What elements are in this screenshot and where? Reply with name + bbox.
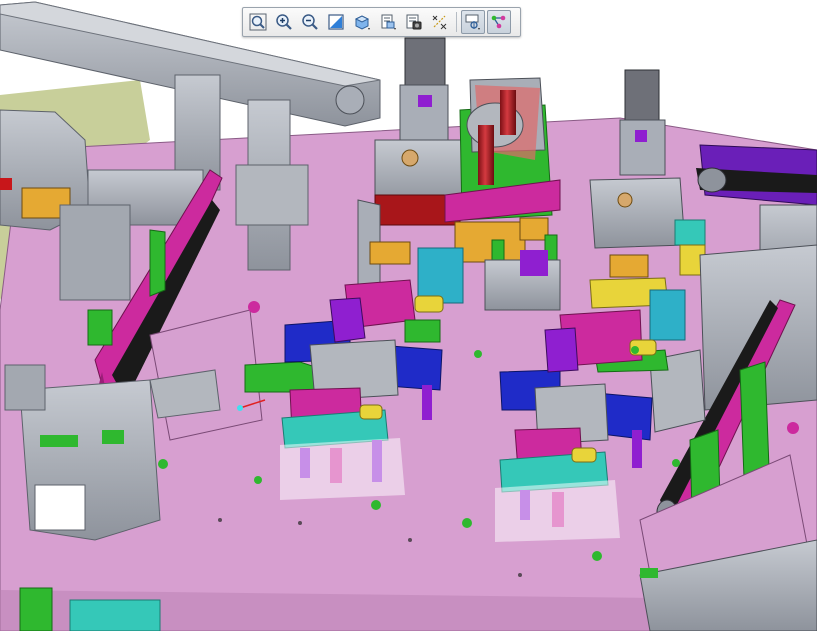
view-manager-button[interactable] [402, 10, 426, 34]
annotation-display-icon [491, 15, 506, 29]
right-station-floor-cutout[interactable] [495, 480, 620, 542]
right-top-pulley[interactable] [697, 167, 727, 193]
right-orange-jaw[interactable] [609, 254, 649, 278]
plate-marker[interactable] [408, 538, 412, 542]
right-station-blue-block[interactable] [649, 289, 686, 341]
zoom-out-button[interactable] [298, 10, 322, 34]
plate-marker[interactable] [787, 422, 799, 434]
right-station-leg[interactable] [632, 430, 642, 468]
left-lower-bracket-cutout[interactable] [34, 484, 86, 531]
press-servo-motor[interactable] [404, 37, 446, 89]
plate-marker[interactable] [254, 476, 262, 484]
repaint-icon [328, 14, 344, 30]
press-orange-jaw[interactable] [369, 241, 411, 265]
plate-marker[interactable] [518, 573, 522, 577]
right-servo-motor[interactable] [624, 69, 660, 123]
spin-center-button[interactable] [461, 10, 485, 34]
saved-views-icon [381, 14, 396, 30]
left-feeder-slide[interactable] [59, 204, 131, 301]
left-green-rail[interactable] [149, 229, 166, 297]
axis-triad-origin[interactable] [237, 405, 243, 411]
datum-display-button[interactable] [428, 10, 452, 34]
left-station-green-block[interactable] [404, 319, 441, 343]
left-station-yellow-cylinder[interactable] [414, 295, 444, 313]
zoom-in-button[interactable] [272, 10, 296, 34]
toolbar-separator [456, 12, 457, 32]
zoom-fit-button[interactable] [246, 10, 270, 34]
zoom-out-icon [302, 14, 318, 30]
plate-marker[interactable] [158, 459, 168, 469]
left-station-leg[interactable] [422, 385, 432, 420]
gantry-pulley[interactable] [335, 85, 365, 115]
repaint-button[interactable] [324, 10, 348, 34]
right-purple-coupler[interactable] [635, 130, 647, 142]
press-orange-block[interactable] [519, 217, 549, 241]
press-cylinder-rod[interactable] [478, 125, 494, 185]
plate-marker[interactable] [474, 350, 482, 358]
gantry-support-bracket[interactable] [235, 164, 309, 226]
left-station-floor-cutout[interactable] [280, 438, 405, 500]
annotation-display-button[interactable] [487, 10, 511, 34]
display-style-icon [354, 15, 370, 30]
press-purple-coupler[interactable] [418, 95, 432, 107]
left-station-purple-carriage[interactable] [329, 297, 366, 343]
plate-marker[interactable] [371, 500, 381, 510]
press-orange-block[interactable] [454, 221, 526, 263]
display-style-button[interactable] [350, 10, 374, 34]
press-servo-housing[interactable] [399, 84, 449, 146]
press-cylinder-rod[interactable] [500, 90, 516, 135]
plate-marker[interactable] [592, 551, 602, 561]
right-teal-block[interactable] [674, 219, 706, 246]
plate-marker[interactable] [248, 301, 260, 313]
assembly-render[interactable] [0, 0, 817, 631]
press-blue-block[interactable] [417, 247, 464, 304]
right-station-purple-carriage[interactable] [544, 327, 579, 373]
left-bottom-leg[interactable] [19, 587, 53, 631]
left-green-rail[interactable] [87, 309, 113, 346]
left-green-foot[interactable] [102, 430, 124, 444]
left-end-cap[interactable] [4, 364, 46, 411]
plate-marker[interactable] [631, 346, 639, 354]
right-station-yellow-cylinder[interactable] [571, 447, 597, 463]
zoom-in-icon [276, 14, 292, 30]
saved-views-button[interactable] [376, 10, 400, 34]
right-green-foot[interactable] [640, 568, 658, 578]
press-purple-block[interactable] [520, 250, 548, 276]
left-station-yellow-cylinder[interactable] [359, 404, 383, 420]
press-knob[interactable] [401, 149, 419, 167]
right-press-head[interactable] [589, 177, 686, 249]
view-toolbar [242, 7, 521, 37]
plate-marker[interactable] [462, 518, 472, 528]
right-servo-housing[interactable] [619, 119, 666, 176]
plate-marker[interactable] [218, 518, 222, 522]
datum-display-icon [432, 15, 447, 30]
right-press-knob[interactable] [617, 192, 633, 208]
zoom-fit-icon [249, 13, 267, 31]
plate-marker[interactable] [298, 521, 302, 525]
3d-model-viewport[interactable] [0, 0, 817, 631]
spin-center-icon [465, 14, 480, 30]
red-marker[interactable] [0, 178, 12, 190]
plate-marker[interactable] [672, 459, 680, 467]
left-green-foot[interactable] [40, 435, 78, 447]
view-manager-icon [406, 14, 422, 30]
left-bottom-leg[interactable] [69, 599, 161, 631]
